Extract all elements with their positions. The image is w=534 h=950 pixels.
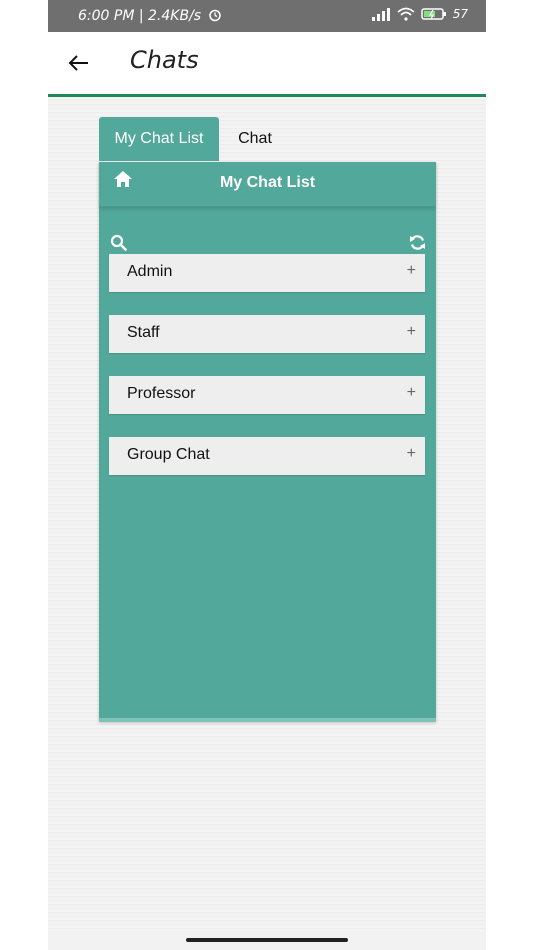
list-item-label: Staff bbox=[127, 324, 160, 341]
tab-chat[interactable]: Chat bbox=[229, 117, 281, 161]
wifi-icon bbox=[397, 7, 415, 21]
plus-icon: + bbox=[406, 384, 416, 401]
status-icons: 57 bbox=[371, 7, 468, 21]
list-item-staff[interactable]: Staff + bbox=[109, 315, 425, 353]
status-bar: 6:00 PM | 2.4KB/s 57 bbox=[48, 0, 486, 32]
alarm-icon bbox=[208, 9, 221, 22]
app-bar: Chats bbox=[48, 32, 486, 97]
list-item-admin[interactable]: Admin + bbox=[109, 254, 425, 292]
list-item-professor[interactable]: Professor + bbox=[109, 376, 425, 414]
signal-icon bbox=[371, 8, 390, 21]
main-content: My Chat List Chat My Chat List Admin + S… bbox=[48, 97, 486, 932]
list-item-label: Admin bbox=[127, 263, 173, 280]
status-time-speed: 6:00 PM | 2.4KB/s bbox=[78, 8, 222, 24]
plus-icon: + bbox=[406, 262, 416, 279]
battery-icon bbox=[420, 8, 446, 20]
refresh-icon[interactable] bbox=[409, 234, 426, 251]
plus-icon: + bbox=[406, 445, 416, 462]
chat-list-panel: My Chat List Admin + Staff + Professor +… bbox=[99, 162, 436, 722]
search-icon[interactable] bbox=[110, 234, 127, 251]
home-indicator bbox=[186, 938, 348, 942]
status-left-text: 6:00 PM | 2.4KB/s bbox=[78, 8, 202, 24]
list-item-label: Professor bbox=[127, 385, 196, 402]
list-item-group-chat[interactable]: Group Chat + bbox=[109, 437, 425, 475]
plus-icon: + bbox=[406, 323, 416, 340]
phone-screen: 6:00 PM | 2.4KB/s 57 Chats My Chat List … bbox=[48, 0, 486, 950]
page-title: Chats bbox=[130, 46, 199, 74]
panel-header: My Chat List bbox=[99, 162, 436, 207]
panel-title: My Chat List bbox=[219, 174, 316, 191]
tab-my-chat-list[interactable]: My Chat List bbox=[99, 117, 219, 161]
arrow-left-icon[interactable] bbox=[66, 50, 92, 76]
list-item-label: Group Chat bbox=[127, 446, 210, 463]
battery-level: 57 bbox=[452, 7, 468, 21]
